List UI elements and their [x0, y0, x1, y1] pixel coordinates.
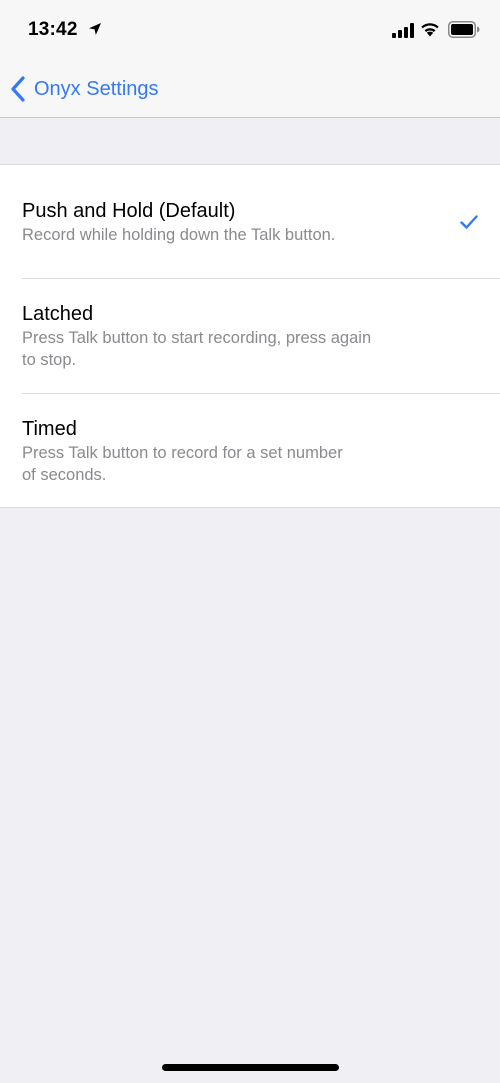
option-timed[interactable]: Timed Press Talk button to record for a …: [0, 394, 500, 507]
home-indicator[interactable]: [162, 1064, 339, 1071]
option-subtitle: Press Talk button to start recording, pr…: [22, 329, 372, 347]
status-time: 13:42: [28, 19, 78, 40]
checkmark-icon: [460, 215, 478, 229]
screen: 13:42 Onyx Settings Push and Hold (Defau…: [0, 0, 500, 1083]
option-push-and-hold[interactable]: Push and Hold (Default) Record while hol…: [0, 165, 500, 279]
location-arrow-icon: [89, 23, 101, 35]
option-title: Push and Hold (Default): [22, 200, 236, 222]
back-button-label: Onyx Settings: [34, 77, 159, 100]
back-button[interactable]: Onyx Settings: [10, 73, 159, 105]
option-latched[interactable]: Latched Press Talk button to start recor…: [0, 279, 500, 394]
top-bar: 13:42 Onyx Settings: [0, 0, 500, 118]
option-title: Latched: [22, 303, 94, 325]
talk-mode-options-list: Push and Hold (Default) Record while hol…: [0, 164, 500, 508]
chevron-left-icon: [11, 76, 25, 102]
cellular-signal-icon: [392, 23, 414, 38]
navigation-bar: Onyx Settings: [0, 60, 500, 118]
option-subtitle: Press Talk button to record for a set nu…: [22, 444, 343, 462]
battery-icon: [448, 21, 480, 38]
option-subtitle-continued: of seconds.: [22, 466, 107, 484]
wifi-icon: [421, 23, 439, 37]
option-title: Timed: [22, 418, 77, 440]
option-subtitle: Record while holding down the Talk butto…: [22, 226, 336, 244]
status-bar: 13:42: [0, 0, 500, 60]
option-subtitle-continued: to stop.: [22, 351, 77, 369]
